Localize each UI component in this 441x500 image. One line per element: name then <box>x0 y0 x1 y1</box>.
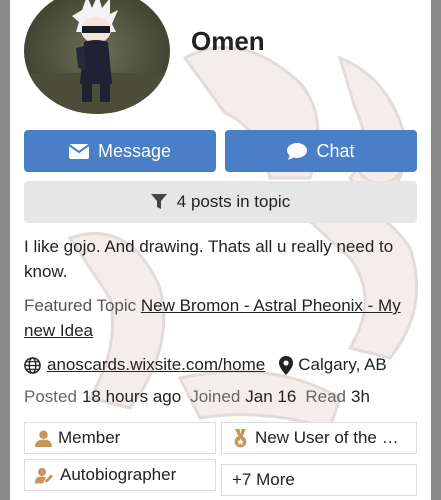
badge-label: Member <box>58 428 121 447</box>
badge-label: New User of the … <box>255 428 399 447</box>
read-value: 3h <box>350 387 370 406</box>
more-badges-button[interactable]: +7 More <box>221 464 417 496</box>
profile-links: anoscards.wixsite.com/home Calgary, AB <box>24 352 419 378</box>
medal-icon <box>232 428 249 448</box>
more-badges-label: +7 More <box>232 470 295 489</box>
chat-button[interactable]: Chat <box>225 130 417 172</box>
posted-value: 18 hours ago <box>81 387 182 406</box>
message-label: Message <box>97 140 172 161</box>
filter-icon <box>150 194 167 210</box>
message-button[interactable]: Message <box>24 130 216 172</box>
user-icon <box>35 430 52 447</box>
posted-label: Posted <box>24 387 77 406</box>
user-stats: Posted 18 hours ago Joined Jan 16 Read 3… <box>24 385 419 409</box>
globe-icon <box>24 356 41 374</box>
chat-label: Chat <box>316 140 355 161</box>
read-label: Read <box>305 387 346 406</box>
website-link[interactable]: anoscards.wixsite.com/home <box>47 355 265 375</box>
featured-topic-label: Featured Topic <box>24 296 137 315</box>
badge-member[interactable]: Member <box>24 422 216 454</box>
joined-value: Jan 16 <box>245 387 297 406</box>
badge-label: Autobiographer <box>60 465 177 484</box>
joined-label: Joined <box>190 387 241 406</box>
location-text: Calgary, AB <box>298 355 387 374</box>
badge-autobiographer[interactable]: Autobiographer <box>24 459 216 491</box>
envelope-icon <box>68 143 89 159</box>
filter-posts-button[interactable]: 4 posts in topic <box>24 181 417 223</box>
featured-topic: Featured Topic New Bromon - Astral Pheon… <box>24 293 419 343</box>
map-pin-icon <box>279 355 294 375</box>
avatar[interactable] <box>24 0 170 114</box>
posts-count-label: 4 posts in topic <box>176 192 291 211</box>
username: Omen <box>191 26 265 56</box>
user-bio: I like gojo. And drawing. Thats all u re… <box>24 237 394 281</box>
user-card: Omen Message Chat 4 posts in topic I lik… <box>10 0 431 500</box>
location: Calgary, AB <box>279 355 387 375</box>
chat-bubble-icon <box>287 142 308 160</box>
user-edit-icon <box>35 467 54 484</box>
badge-new-user[interactable]: New User of the … <box>221 422 417 454</box>
